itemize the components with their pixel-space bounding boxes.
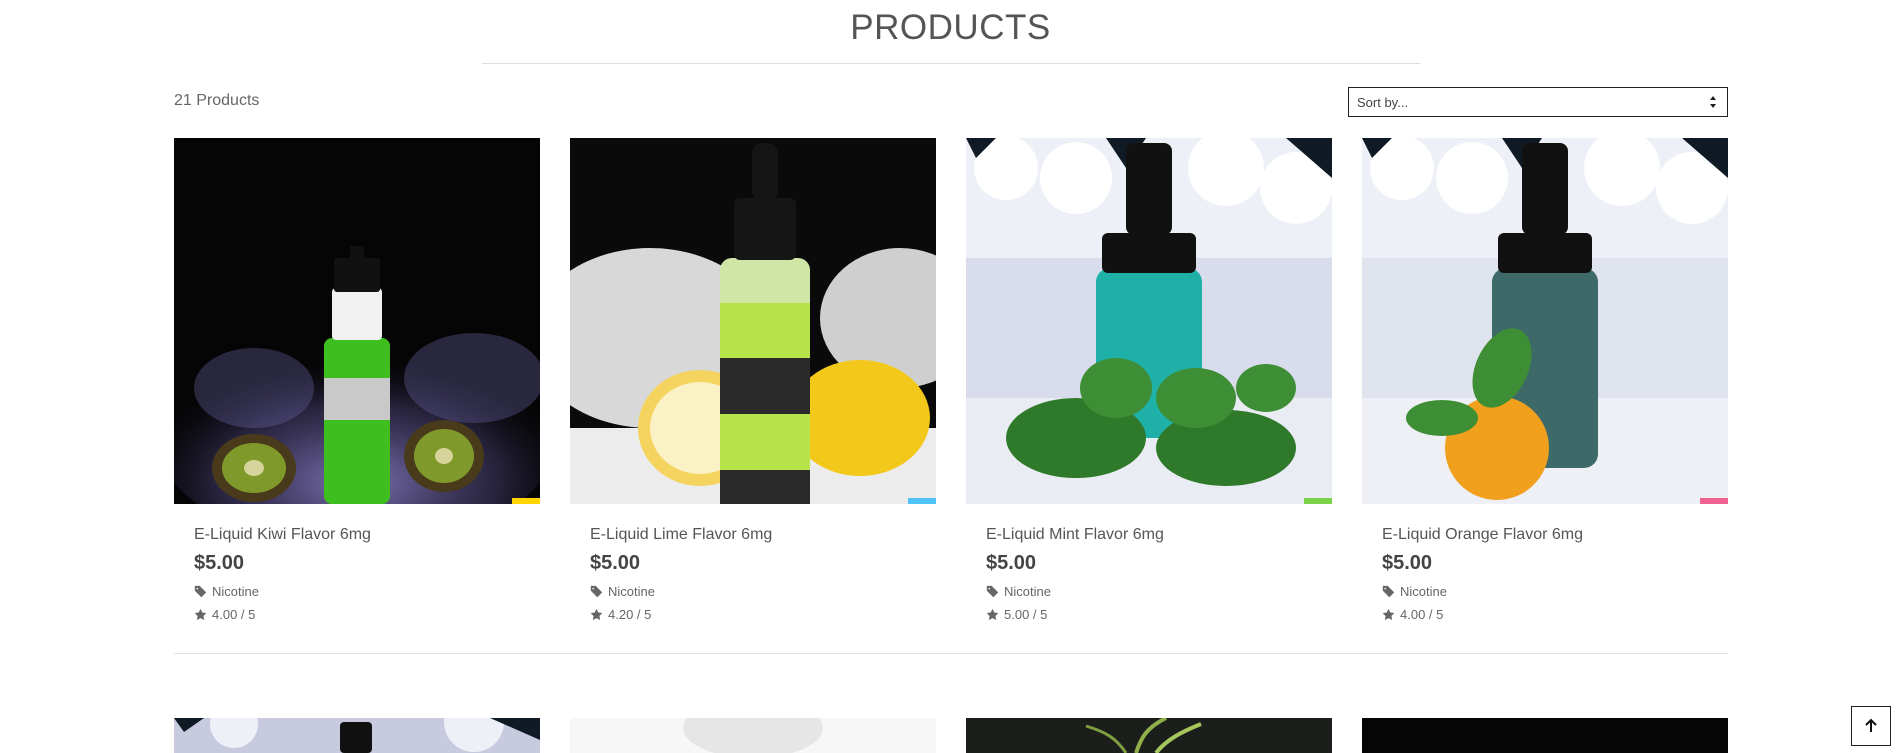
- product-image[interactable]: [966, 718, 1332, 753]
- tag-icon: [986, 585, 999, 598]
- product-rating: 4.20 / 5: [590, 607, 651, 622]
- product-tag-label: Nicotine: [212, 584, 259, 599]
- product-card[interactable]: E-Liquid Kiwi Flavor 6mg $5.00 Nicotine …: [174, 138, 540, 622]
- star-icon: [194, 608, 207, 621]
- sort-arrows-icon: [1710, 96, 1716, 108]
- product-tag[interactable]: Nicotine: [986, 584, 1051, 599]
- product-card[interactable]: E-Liquid Mint Flavor 6mg $5.00 Nicotine …: [966, 138, 1332, 622]
- product-count: 21 Products: [174, 92, 260, 109]
- tag-icon: [194, 585, 207, 598]
- product-image[interactable]: [966, 138, 1332, 504]
- product-rating-value: 4.20 / 5: [608, 607, 652, 622]
- product-price: $5.00: [1382, 552, 1433, 574]
- star-icon: [986, 608, 999, 621]
- product-price: $5.00: [194, 552, 245, 574]
- back-to-top-button[interactable]: [1851, 706, 1891, 746]
- product-image[interactable]: [570, 138, 936, 504]
- sort-select[interactable]: Sort by...: [1348, 87, 1728, 117]
- page-title: PRODUCTS: [850, 8, 1051, 47]
- product-name[interactable]: E-Liquid Lime Flavor 6mg: [590, 526, 772, 544]
- product-tag[interactable]: Nicotine: [1382, 584, 1447, 599]
- product-price: $5.00: [590, 552, 641, 574]
- product-image[interactable]: [174, 138, 540, 504]
- product-rating: 4.00 / 5: [194, 607, 255, 622]
- product-card[interactable]: E-Liquid Lime Flavor 6mg $5.00 Nicotine …: [570, 138, 936, 622]
- product-name[interactable]: E-Liquid Orange Flavor 6mg: [1382, 526, 1583, 544]
- product-card[interactable]: E-Liquid Orange Flavor 6mg $5.00 Nicotin…: [1362, 138, 1728, 622]
- star-icon: [590, 608, 603, 621]
- product-image[interactable]: [570, 718, 936, 753]
- product-tag-label: Nicotine: [1004, 584, 1051, 599]
- product-rating: 5.00 / 5: [986, 607, 1047, 622]
- product-tag-label: Nicotine: [1400, 584, 1447, 599]
- product-name[interactable]: E-Liquid Kiwi Flavor 6mg: [194, 526, 371, 544]
- star-icon: [1382, 608, 1395, 621]
- product-image[interactable]: [1362, 138, 1728, 504]
- product-price: $5.00: [986, 552, 1037, 574]
- product-tag[interactable]: Nicotine: [590, 584, 655, 599]
- product-tag[interactable]: Nicotine: [194, 584, 259, 599]
- arrow-up-icon: [1865, 718, 1877, 732]
- product-image[interactable]: [174, 718, 540, 753]
- product-rating-value: 4.00 / 5: [1400, 607, 1444, 622]
- products-page: PRODUCTS 21 Products Sort by... E-Liquid…: [0, 0, 1901, 753]
- tag-icon: [1382, 585, 1395, 598]
- row-divider: [174, 653, 1728, 654]
- product-image[interactable]: [1362, 718, 1728, 753]
- product-rating-value: 5.00 / 5: [1004, 607, 1048, 622]
- sort-select-value: Sort by...: [1357, 94, 1409, 110]
- tag-icon: [590, 585, 603, 598]
- product-rating: 4.00 / 5: [1382, 607, 1443, 622]
- title-divider: [482, 63, 1420, 64]
- product-tag-label: Nicotine: [608, 584, 655, 599]
- product-name[interactable]: E-Liquid Mint Flavor 6mg: [986, 526, 1164, 544]
- product-rating-value: 4.00 / 5: [212, 607, 256, 622]
